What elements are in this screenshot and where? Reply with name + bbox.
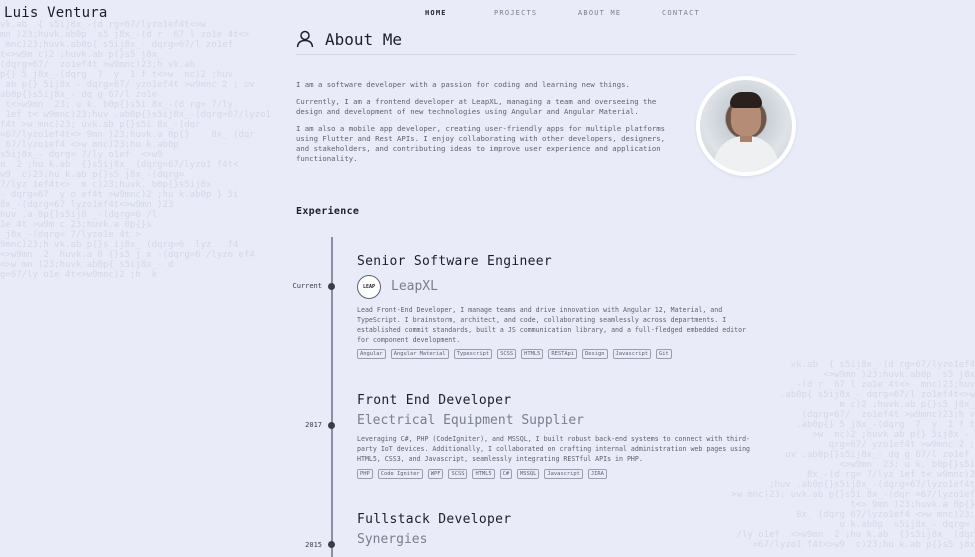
skill-tag: Git xyxy=(656,349,672,359)
skill-tag: Javascript xyxy=(544,469,583,479)
user-icon xyxy=(296,30,314,48)
about-header: About Me xyxy=(296,28,796,55)
skill-tag: Angular xyxy=(357,349,386,359)
about-title: About Me xyxy=(325,30,403,49)
nav-about[interactable]: ABOUT ME xyxy=(578,9,621,17)
skill-tag: Code Igniter xyxy=(377,469,423,479)
timeline-dot xyxy=(328,422,335,429)
about-paragraph-1: I am a software developer with a passion… xyxy=(296,80,630,89)
skill-tag: C# xyxy=(499,469,513,479)
about-paragraph-3: I am also a mobile app developer, creati… xyxy=(296,124,666,163)
job-title: Senior Software Engineer xyxy=(357,254,553,269)
timeline-dot xyxy=(328,283,335,290)
job-title: Fullstack Developer xyxy=(357,512,512,527)
skill-tags: Angular Angular Material Typescript SCSS HTM… xyxy=(357,349,777,359)
skill-tag: HTML5 xyxy=(521,349,544,359)
job-description: Lead Front-End Developer, I manage teams… xyxy=(357,306,747,344)
nav-contact[interactable]: CONTACT xyxy=(662,9,700,17)
skill-tag: SCSS xyxy=(497,349,517,359)
skill-tag: PHP xyxy=(357,469,373,479)
company-logo: LEAP xyxy=(357,275,381,299)
skill-tag: SCSS xyxy=(448,469,468,479)
skill-tag: MSSQL xyxy=(517,469,540,479)
skill-tag: JIRA xyxy=(587,469,607,479)
timeline-date: 2015 xyxy=(305,541,322,549)
nav-home[interactable]: HOME xyxy=(425,9,447,17)
skill-tags: PHP Code Igniter WPF SCSS HTML5 C# MSSQL Javasc… xyxy=(357,469,777,479)
skill-tag: RESTApi xyxy=(548,349,578,359)
top-nav: HOME PROJECTS ABOUT ME CONTACT xyxy=(0,9,975,25)
timeline-dot xyxy=(328,541,335,548)
skill-tag: Typescript xyxy=(453,349,493,359)
timeline-date: 2017 xyxy=(305,421,322,429)
timeline-date: Current xyxy=(292,282,322,290)
job-title: Front End Developer xyxy=(357,393,512,408)
skill-tag: HTML5 xyxy=(472,469,495,479)
skill-tag: Design xyxy=(582,349,608,359)
about-paragraph-2: Currently, I am a frontend developer at … xyxy=(296,97,657,116)
job-description: Leveraging C#, PHP (CodeIgniter), and MS… xyxy=(357,435,751,463)
about-text: I am a software developer with a passion… xyxy=(296,80,680,171)
skill-tag: Javascript xyxy=(612,349,652,359)
company-name: Electrical Equipment Supplier xyxy=(357,413,584,428)
skill-tag: WPF xyxy=(427,469,444,479)
profile-avatar xyxy=(696,76,796,176)
nav-projects[interactable]: PROJECTS xyxy=(494,9,537,17)
experience-title: Experience xyxy=(296,206,360,217)
skill-tag: Angular Material xyxy=(390,349,449,359)
company-name: LeapXL xyxy=(391,279,438,294)
company-name: Synergies xyxy=(357,532,428,547)
